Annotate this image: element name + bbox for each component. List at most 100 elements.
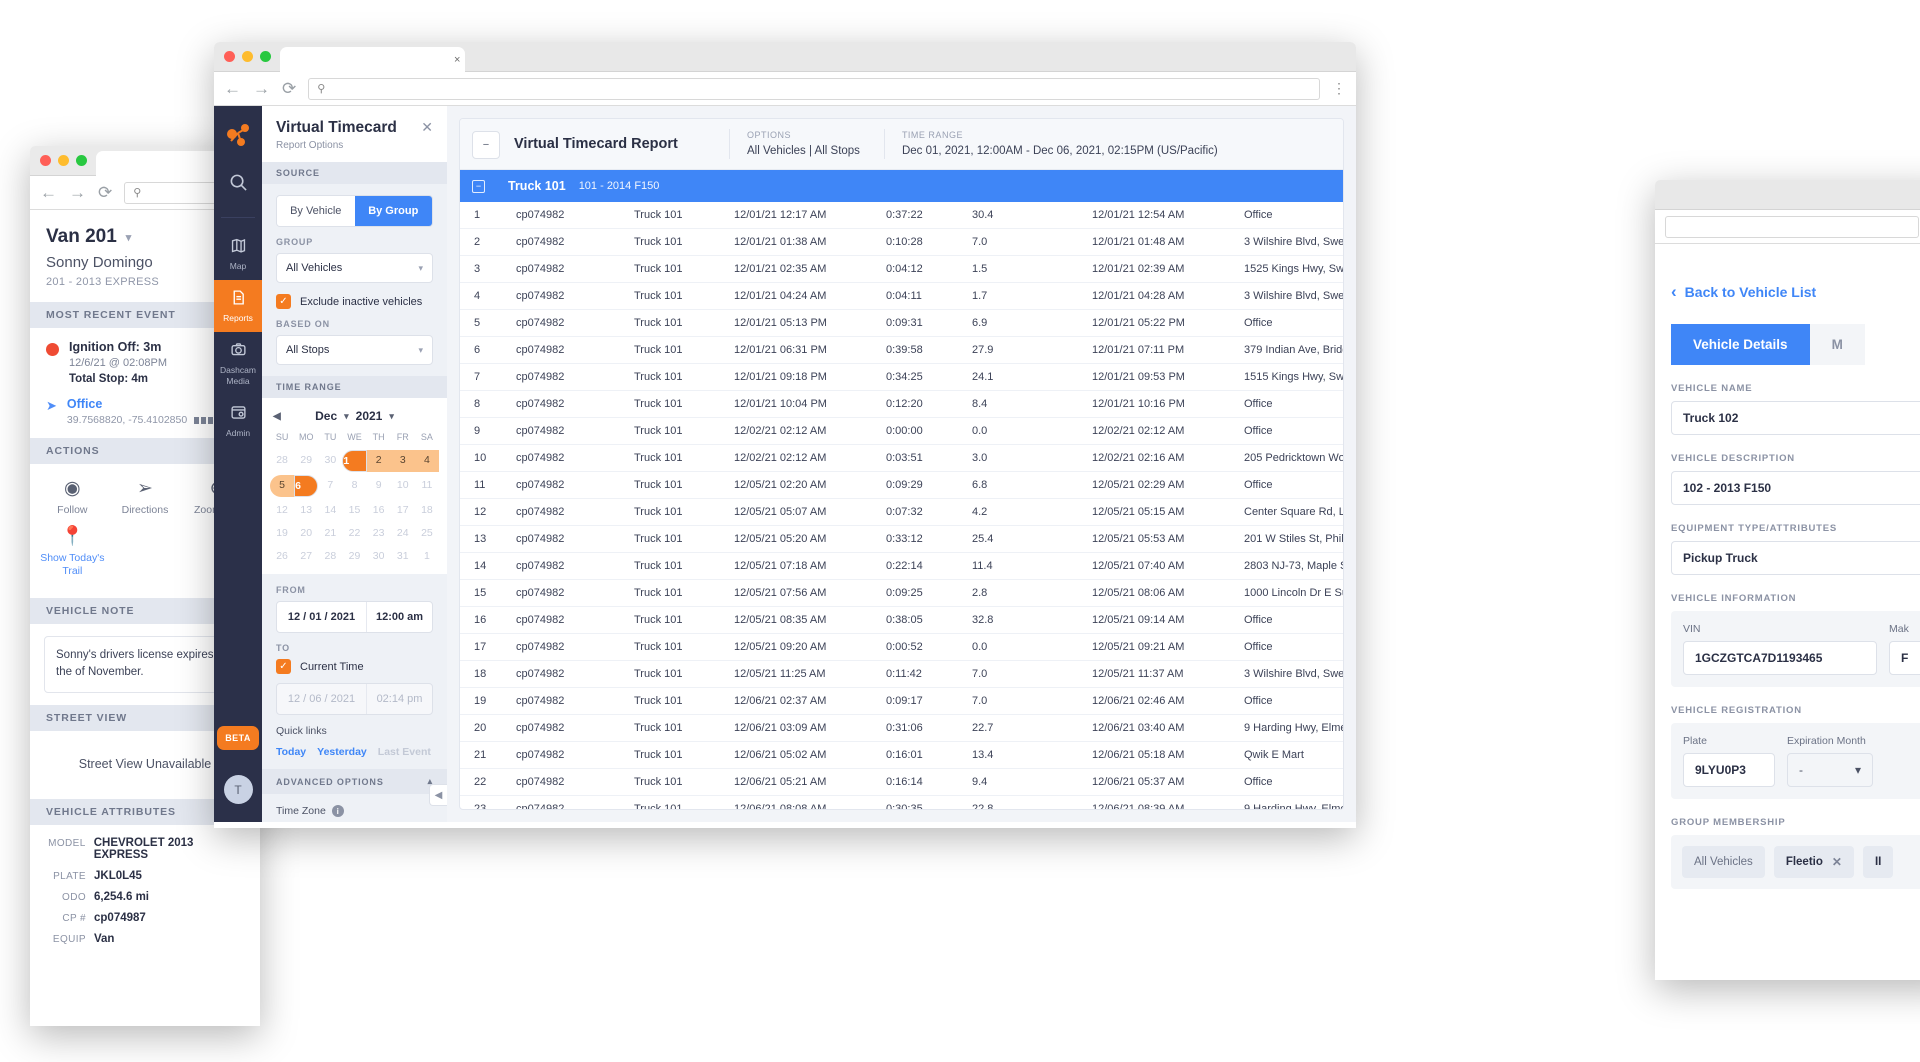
location-name[interactable]: Office bbox=[67, 397, 224, 411]
calendar-day[interactable]: 24 bbox=[391, 523, 415, 543]
advanced-options-header[interactable]: ADVANCED OPTIONS ▴ bbox=[262, 769, 447, 794]
table-row[interactable]: 11 cp074982 Truck 101 12/05/21 02:20 AM 0:09… bbox=[460, 471, 1343, 499]
calendar-day[interactable]: 29 bbox=[342, 546, 366, 566]
chevron-down-icon[interactable]: ▾ bbox=[389, 411, 394, 422]
minimize-window-button[interactable] bbox=[242, 51, 253, 62]
group-chip-all-vehicles[interactable]: All Vehicles bbox=[1682, 846, 1765, 878]
table-row[interactable]: 13 cp074982 Truck 101 12/05/21 05:20 AM 0:33… bbox=[460, 525, 1343, 553]
back-arrow-icon[interactable]: ← bbox=[40, 184, 57, 201]
collapse-panel-button[interactable]: ◀ bbox=[429, 784, 447, 806]
to-datetime-field[interactable]: 12 / 06 / 2021 02:14 pm bbox=[276, 683, 433, 715]
exclude-inactive-checkbox[interactable]: ✓ bbox=[276, 294, 291, 309]
calendar-day[interactable]: 19 bbox=[270, 523, 294, 543]
group-chip-fleetio[interactable]: Fleetio ✕ bbox=[1773, 846, 1854, 878]
calendar-day[interactable]: 5 bbox=[270, 475, 295, 497]
group-chip-partial[interactable]: II bbox=[1862, 846, 1894, 878]
calendar-month[interactable]: Dec bbox=[315, 409, 337, 423]
sidebar-item-reports[interactable]: Reports bbox=[214, 280, 262, 332]
close-window-button[interactable] bbox=[224, 51, 235, 62]
calendar-day[interactable]: 27 bbox=[294, 546, 318, 566]
equipment-type-field[interactable]: Pickup Truck bbox=[1671, 541, 1920, 575]
current-time-checkbox[interactable]: ✓ bbox=[276, 659, 291, 674]
tab-vehicle-details[interactable]: Vehicle Details bbox=[1671, 324, 1810, 365]
search-icon[interactable] bbox=[229, 173, 248, 197]
window-controls[interactable] bbox=[224, 51, 271, 62]
calendar-day[interactable]: 2 bbox=[366, 450, 391, 472]
calendar-day[interactable]: 3 bbox=[390, 450, 415, 472]
action-show-todays-trail[interactable]: 📍 Show Today's Trail bbox=[36, 526, 109, 578]
calendar-day[interactable]: 25 bbox=[415, 523, 439, 543]
calendar-day[interactable]: 10 bbox=[391, 475, 415, 497]
reload-icon[interactable]: ⟳ bbox=[98, 184, 112, 201]
avatar[interactable]: T bbox=[223, 775, 253, 804]
table-row[interactable]: 21 cp074982 Truck 101 12/06/21 05:02 AM 0:16… bbox=[460, 741, 1343, 769]
forward-arrow-icon[interactable]: → bbox=[69, 184, 86, 201]
table-row[interactable]: 8 cp074982 Truck 101 12/01/21 10:04 PM 0:12:… bbox=[460, 390, 1343, 418]
chevron-left-icon[interactable]: ◀ bbox=[273, 411, 281, 422]
info-icon[interactable]: i bbox=[331, 805, 344, 817]
quick-link-today[interactable]: Today bbox=[276, 746, 306, 758]
quick-link-yesterday[interactable]: Yesterday bbox=[317, 746, 367, 758]
calendar-day[interactable]: 12 bbox=[270, 500, 294, 520]
maximize-window-button[interactable] bbox=[76, 155, 87, 166]
calendar-day[interactable]: 8 bbox=[342, 475, 366, 497]
kebab-menu-icon[interactable]: ⋮ bbox=[1332, 80, 1346, 97]
tab-maintenance[interactable]: M bbox=[1809, 324, 1865, 365]
calendar-day[interactable]: 31 bbox=[391, 546, 415, 566]
action-directions[interactable]: ➢ Directions bbox=[109, 478, 182, 516]
calendar-day[interactable]: 1 bbox=[342, 450, 367, 472]
calendar-day[interactable]: 20 bbox=[294, 523, 318, 543]
from-datetime-field[interactable]: 12 / 01 / 2021 12:00 am bbox=[276, 601, 433, 633]
address-bar[interactable] bbox=[1665, 215, 1919, 238]
table-row[interactable]: 10 cp074982 Truck 101 12/02/21 02:12 AM 0:03… bbox=[460, 444, 1343, 472]
calendar-day[interactable]: 29 bbox=[294, 450, 318, 472]
expiration-month-select[interactable]: - ▾ bbox=[1787, 753, 1873, 787]
chevron-down-icon[interactable]: ▾ bbox=[344, 411, 349, 422]
sidebar-item-map[interactable]: Map bbox=[214, 228, 262, 280]
calendar-day[interactable]: 9 bbox=[367, 475, 391, 497]
table-row[interactable]: 19 cp074982 Truck 101 12/06/21 02:37 AM 0:09… bbox=[460, 687, 1343, 715]
calendar-day[interactable]: 13 bbox=[294, 500, 318, 520]
reload-icon[interactable]: ⟳ bbox=[282, 80, 296, 97]
calendar-day[interactable]: 17 bbox=[391, 500, 415, 520]
beta-badge[interactable]: BETA bbox=[217, 726, 259, 750]
table-row[interactable]: 23 cp074982 Truck 101 12/06/21 08:08 AM 0:30… bbox=[460, 795, 1343, 809]
source-by-vehicle-button[interactable]: By Vehicle bbox=[277, 196, 355, 226]
group-select[interactable]: All Vehicles ▾ bbox=[276, 253, 433, 283]
maximize-window-button[interactable] bbox=[260, 51, 271, 62]
table-row[interactable]: 16 cp074982 Truck 101 12/05/21 08:35 AM 0:38… bbox=[460, 606, 1343, 634]
calendar-day[interactable]: 6 bbox=[294, 475, 319, 497]
table-row[interactable]: 18 cp074982 Truck 101 12/05/21 11:25 AM 0:11… bbox=[460, 660, 1343, 688]
calendar-day[interactable]: 4 bbox=[414, 450, 439, 472]
table-row[interactable]: 7 cp074982 Truck 101 12/01/21 09:18 PM 0:34:… bbox=[460, 363, 1343, 391]
minus-square-icon[interactable]: − bbox=[472, 131, 500, 159]
calendar-day[interactable]: 28 bbox=[270, 450, 294, 472]
calendar-day[interactable]: 1 bbox=[415, 546, 439, 566]
browser-tab[interactable] bbox=[280, 47, 465, 72]
calendar-day[interactable]: 14 bbox=[318, 500, 342, 520]
vehicle-description-field[interactable]: 102 - 2013 F150 bbox=[1671, 471, 1920, 505]
tab-close-icon[interactable]: × bbox=[454, 54, 460, 66]
calendar-day[interactable]: 26 bbox=[270, 546, 294, 566]
table-row[interactable]: 22 cp074982 Truck 101 12/06/21 05:21 AM 0:16… bbox=[460, 768, 1343, 796]
quick-link-last-event[interactable]: Last Event bbox=[378, 746, 431, 758]
sidebar-item-admin[interactable]: Admin bbox=[214, 395, 262, 447]
to-date-input[interactable]: 12 / 06 / 2021 bbox=[277, 684, 366, 714]
from-time-input[interactable]: 12:00 am bbox=[366, 602, 432, 632]
minus-square-icon[interactable]: − bbox=[472, 179, 485, 193]
calendar-day[interactable]: 11 bbox=[415, 475, 439, 497]
table-row[interactable]: 14 cp074982 Truck 101 12/05/21 07:18 AM 0:22… bbox=[460, 552, 1343, 580]
close-icon[interactable]: ✕ bbox=[1832, 855, 1842, 869]
address-bar[interactable]: ⚲ bbox=[308, 77, 1320, 100]
source-by-group-button[interactable]: By Group bbox=[354, 196, 432, 226]
make-field[interactable]: F bbox=[1889, 641, 1920, 675]
close-window-button[interactable] bbox=[40, 155, 51, 166]
current-time-row[interactable]: ✓ Current Time bbox=[276, 659, 433, 674]
calendar-day[interactable]: 18 bbox=[415, 500, 439, 520]
plate-field[interactable]: 9LYU0P3 bbox=[1683, 753, 1775, 787]
window-controls[interactable] bbox=[40, 155, 87, 166]
back-to-vehicle-list-link[interactable]: ‹ Back to Vehicle List bbox=[1671, 260, 1920, 302]
calendar-day[interactable]: 23 bbox=[367, 523, 391, 543]
table-row[interactable]: 15 cp074982 Truck 101 12/05/21 07:56 AM 0:09… bbox=[460, 579, 1343, 607]
calendar-day[interactable]: 15 bbox=[342, 500, 366, 520]
